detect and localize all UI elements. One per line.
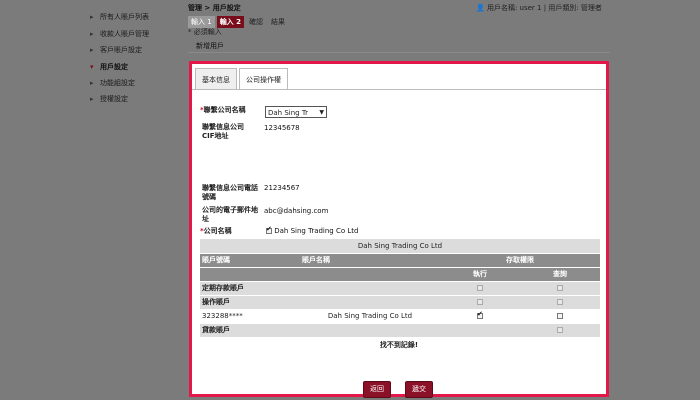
col-account-no: 賬戶號碼 (200, 253, 300, 268)
query-checkbox[interactable] (557, 299, 563, 305)
query-cell (520, 281, 600, 296)
col-access: 存取權限 (440, 253, 600, 268)
sidebar-item-label: 收款人賬戶管理 (100, 30, 149, 38)
dropdown-arrow-icon: ▼ (319, 109, 324, 116)
user-info: 👤 用戶名稱: user 1 | 用戶類別: 管理者 (476, 3, 602, 13)
divider (192, 89, 606, 90)
row-label: 操作賬戶 (200, 295, 300, 310)
account-name: Dah Sing Trading Co Ltd (300, 309, 440, 324)
sidebar-item-label: 功能組設定 (100, 79, 135, 87)
bullet-icon: ▸ (90, 79, 94, 87)
table-row: 定期存款賬戶 (200, 281, 600, 296)
sidebar-item-account-list[interactable]: ▸ 所有人賬戶列表 (90, 12, 149, 22)
query-checkbox[interactable] (557, 313, 563, 319)
bullet-icon: ▸ (90, 95, 94, 103)
query-checkbox[interactable] (557, 285, 563, 291)
account-access-table: Dah Sing Trading Co Ltd 賬戶號碼 賬戶名稱 存取權限 執… (200, 239, 600, 338)
phone-value: 21234567 (264, 184, 300, 192)
table-row: 操作賬戶 (200, 295, 600, 310)
query-cell (520, 323, 600, 338)
account-number: 323288**** (200, 309, 300, 324)
select-value: Dah Sing Tr (268, 109, 308, 117)
section-title: 新增用戶 (196, 42, 224, 50)
query-cell (520, 309, 600, 324)
sidebar: ▸ 所有人賬戶列表 ▸ 收款人賬戶管理 ▸ 客戶賬戶設定 ▾ 用戶設定 ▸ 功能組設定 ▸… (0, 0, 178, 400)
company-checkbox-row[interactable]: Dah Sing Trading Co Ltd (266, 225, 359, 235)
sidebar-item-label: 用戶設定 (100, 63, 128, 71)
execute-checkbox[interactable] (477, 285, 483, 291)
back-button[interactable]: 返回 (363, 381, 391, 398)
sidebar-item-authorization[interactable]: ▸ 授權設定 (90, 94, 128, 104)
execute-checkbox[interactable] (477, 310, 483, 319)
table-header-row: 賬戶號碼 賬戶名稱 存取權限 (200, 253, 600, 268)
row-label: 貸款賬戶 (200, 323, 300, 338)
company-select[interactable]: Dah Sing Tr ▼ (265, 106, 327, 118)
label-text: 公司名稱 (203, 227, 232, 235)
tab-company-access[interactable]: 公司操作權 (239, 68, 288, 90)
table-title: Dah Sing Trading Co Ltd (200, 239, 600, 254)
user-icon: 👤 (476, 4, 485, 12)
table-title-row: Dah Sing Trading Co Ltd (200, 239, 600, 254)
usertype-value: 管理者 (580, 4, 602, 12)
form-panel: 基本信息 公司操作權 *聯繫公司名稱 Dah Sing Tr ▼ 聯繫信息公司 C… (189, 61, 609, 398)
col-execute: 執行 (440, 267, 520, 282)
execute-cell (440, 309, 520, 324)
cif-value: 12345678 (264, 124, 300, 132)
row-label: 定期存款賬戶 (200, 281, 300, 296)
execute-cell (440, 295, 520, 310)
email-label: 公司的電子郵件地址 (202, 206, 258, 223)
tab-bar: 基本信息 公司操作權 (195, 68, 290, 90)
table-row: 323288**** Dah Sing Trading Co Ltd (200, 309, 600, 324)
divider (188, 52, 610, 53)
empty-cell (300, 295, 440, 310)
sidebar-item-payee[interactable]: ▸ 收款人賬戶管理 (90, 29, 149, 39)
sidebar-item-label: 授權設定 (100, 95, 128, 103)
col-account-name: 賬戶名稱 (300, 253, 440, 268)
bullet-icon: ▸ (90, 30, 94, 38)
sidebar-item-user-settings[interactable]: ▾ 用戶設定 (90, 62, 128, 72)
breadcrumb: 管理 > 用戶設定 (188, 4, 241, 12)
empty-cell (440, 323, 520, 338)
label-text: 聯繫公司名稱 (203, 106, 246, 114)
submit-button[interactable]: 遞交 (405, 381, 433, 398)
email-value: abc@dahsing.com (264, 207, 329, 215)
bullet-icon: ▸ (90, 46, 94, 54)
step-confirm: 確認 (249, 18, 263, 26)
empty-cell (300, 323, 440, 338)
phone-label: 聯繫信息公司電話號碼 (202, 184, 258, 201)
table-subheader-row: 執行 查詢 (200, 267, 600, 282)
required-note: * 必須輸入 (188, 28, 222, 36)
username-label: 用戶名稱: (486, 4, 518, 12)
sidebar-item-function-group[interactable]: ▸ 功能組設定 (90, 78, 135, 88)
expanded-arrow-icon: ▾ (90, 63, 94, 71)
sidebar-item-label: 所有人賬戶列表 (100, 13, 149, 21)
col-query: 查詢 (520, 267, 600, 282)
cif-label: 聯繫信息公司 CIF地址 (202, 123, 244, 140)
step-result: 結果 (271, 18, 285, 26)
query-checkbox[interactable] (557, 327, 563, 333)
execute-cell (440, 281, 520, 296)
empty-cell (200, 267, 300, 282)
checkbox-label: Dah Sing Trading Co Ltd (274, 227, 359, 235)
usertype-label: 用戶類別: (548, 4, 579, 12)
tab-basic-info[interactable]: 基本信息 (195, 68, 237, 90)
company-checkbox[interactable] (266, 225, 272, 234)
company-name-label: *聯繫公司名稱 (200, 106, 246, 115)
username-value: user 1 (519, 4, 542, 12)
sidebar-item-label: 客戶賬戶設定 (100, 46, 142, 54)
bullet-icon: ▸ (90, 13, 94, 21)
company-label: *公司名稱 (200, 227, 232, 236)
sidebar-item-customer-account[interactable]: ▸ 客戶賬戶設定 (90, 45, 142, 55)
table-row: 貸款賬戶 (200, 323, 600, 338)
execute-checkbox[interactable] (477, 299, 483, 305)
query-cell (520, 295, 600, 310)
empty-cell (300, 281, 440, 296)
empty-cell (300, 267, 440, 282)
no-records-message: 找不到記錄! (379, 341, 419, 349)
